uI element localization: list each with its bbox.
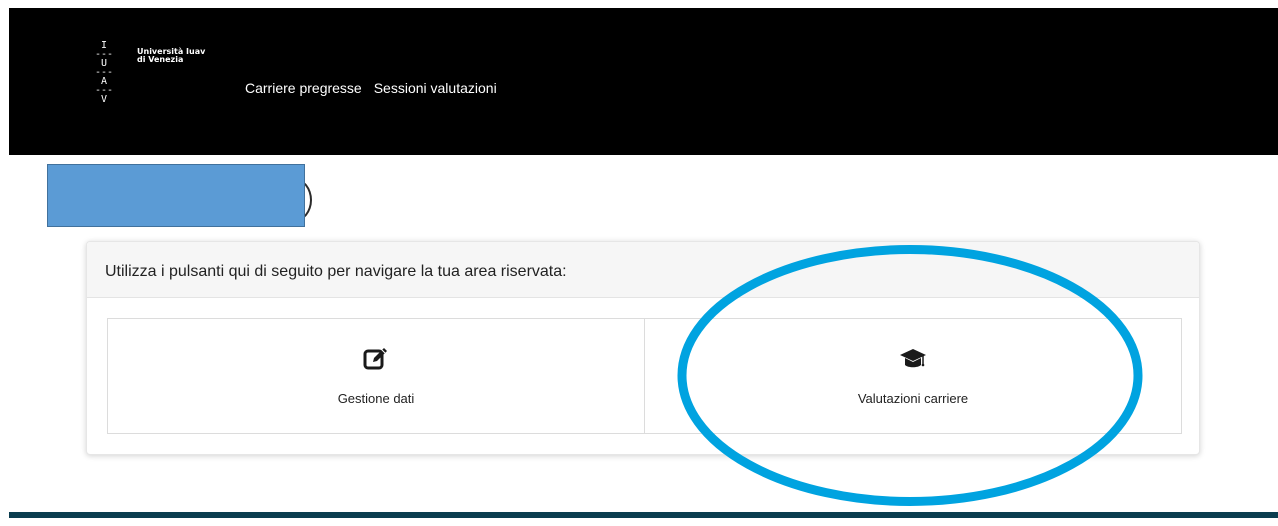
redacted-user-name [47,164,305,227]
gestione-dati-button[interactable]: Gestione dati [107,318,645,434]
main-nav: Carriere pregresse Sessioni valutazioni [245,80,509,96]
nav-sessioni-valutazioni[interactable]: Sessioni valutazioni [374,80,497,96]
gestione-dati-label: Gestione dati [337,391,415,406]
graduation-cap-icon [900,349,926,368]
edit-icon [363,348,387,370]
logo-name-line2: di Venezia [137,55,184,64]
valutazioni-carriere-label: Valutazioni carriere [857,391,969,406]
iuav-logo[interactable]: I --- U --- A --- V Università Iuav di V… [89,41,229,136]
navigation-panel: Utilizza i pulsanti qui di seguito per n… [86,241,1200,455]
panel-header: Utilizza i pulsanti qui di seguito per n… [87,242,1199,298]
page: I --- U --- A --- V Università Iuav di V… [0,0,1278,526]
site-header: I --- U --- A --- V Università Iuav di V… [9,8,1278,155]
panel-header-text: Utilizza i pulsanti qui di seguito per n… [105,263,567,280]
valutazioni-carriere-button[interactable]: Valutazioni carriere [644,318,1182,434]
footer-bar [9,512,1278,518]
logo-letters: I --- U --- A --- V [94,40,114,105]
top-strip [0,0,1278,8]
logo-name: Università Iuav di Venezia [137,48,205,64]
nav-carriere-pregresse[interactable]: Carriere pregresse [245,80,362,96]
